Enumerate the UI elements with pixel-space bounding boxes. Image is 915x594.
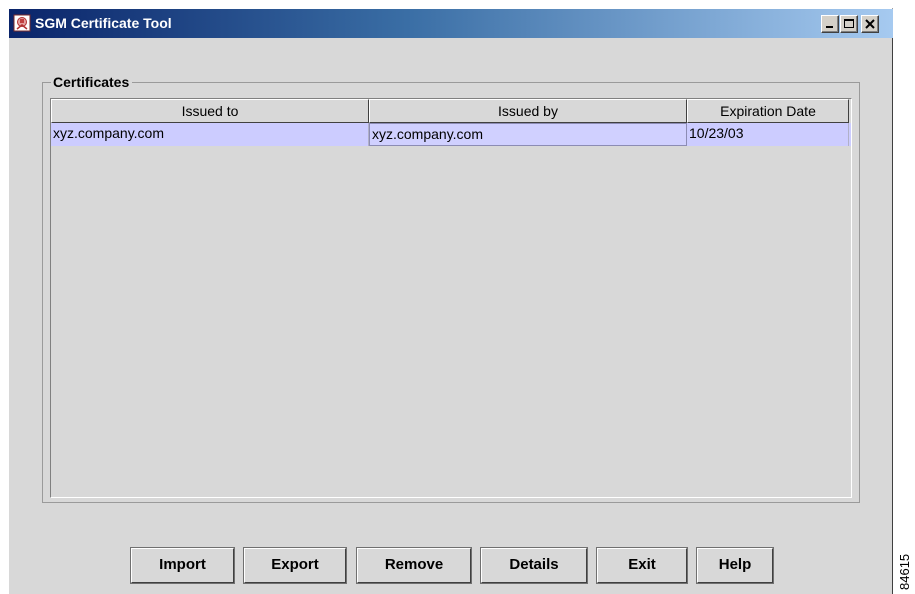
maximize-button[interactable] xyxy=(840,15,858,33)
exit-button[interactable]: Exit xyxy=(597,548,687,583)
help-button[interactable]: Help xyxy=(697,548,773,583)
minimize-icon xyxy=(826,26,833,28)
column-header-expiration-date[interactable]: Expiration Date xyxy=(687,99,849,123)
figure-id-label: 84615 xyxy=(897,553,912,590)
maximize-icon xyxy=(844,19,854,28)
close-icon xyxy=(865,19,875,29)
cell-issued-by[interactable]: xyz.company.com xyxy=(369,123,687,146)
remove-button[interactable]: Remove xyxy=(357,548,471,583)
column-header-issued-to[interactable]: Issued to xyxy=(51,99,369,123)
table-row[interactable]: xyz.company.com xyz.company.com 10/23/03 xyxy=(51,123,851,146)
cell-expiration-date[interactable]: 10/23/03 xyxy=(687,123,849,146)
certificates-group-title: Certificates xyxy=(51,74,133,90)
title-bar[interactable]: SGM Certificate Tool xyxy=(9,9,893,38)
close-button[interactable] xyxy=(861,15,879,33)
window-title: SGM Certificate Tool xyxy=(35,15,172,31)
cell-issued-to[interactable]: xyz.company.com xyxy=(51,123,369,146)
app-icon xyxy=(13,14,31,32)
certificates-table[interactable]: Issued to Issued by Expiration Date xyz.… xyxy=(50,98,852,498)
import-button[interactable]: Import xyxy=(131,548,234,583)
minimize-button[interactable] xyxy=(821,15,839,33)
export-button[interactable]: Export xyxy=(244,548,346,583)
column-header-issued-by[interactable]: Issued by xyxy=(369,99,687,123)
details-button[interactable]: Details xyxy=(481,548,587,583)
